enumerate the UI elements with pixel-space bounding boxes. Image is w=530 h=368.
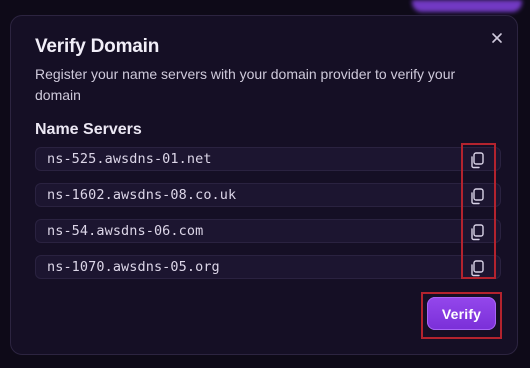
- name-server-row: ns-1070.awsdns-05.org: [35, 255, 501, 279]
- name-server-row: ns-525.awsdns-01.net: [35, 147, 501, 171]
- close-icon[interactable]: [489, 30, 505, 46]
- verify-button[interactable]: Verify: [427, 297, 496, 330]
- dialog-description: Register your name servers with your dom…: [35, 66, 456, 103]
- name-server-value: ns-1602.awsdns-08.co.uk: [47, 187, 237, 203]
- name-servers-heading: Name Servers: [35, 121, 142, 138]
- name-server-value: ns-1070.awsdns-05.org: [47, 259, 220, 275]
- copy-buttons-highlight: [461, 143, 496, 279]
- background-accent: [412, 0, 522, 12]
- verify-domain-dialog: Verify Domain Register your name servers…: [10, 15, 518, 355]
- name-server-value: ns-525.awsdns-01.net: [47, 151, 212, 167]
- dialog-title: Verify Domain: [35, 36, 160, 57]
- name-server-row: ns-1602.awsdns-08.co.uk: [35, 183, 501, 207]
- name-server-row: ns-54.awsdns-06.com: [35, 219, 501, 243]
- name-server-value: ns-54.awsdns-06.com: [47, 223, 204, 239]
